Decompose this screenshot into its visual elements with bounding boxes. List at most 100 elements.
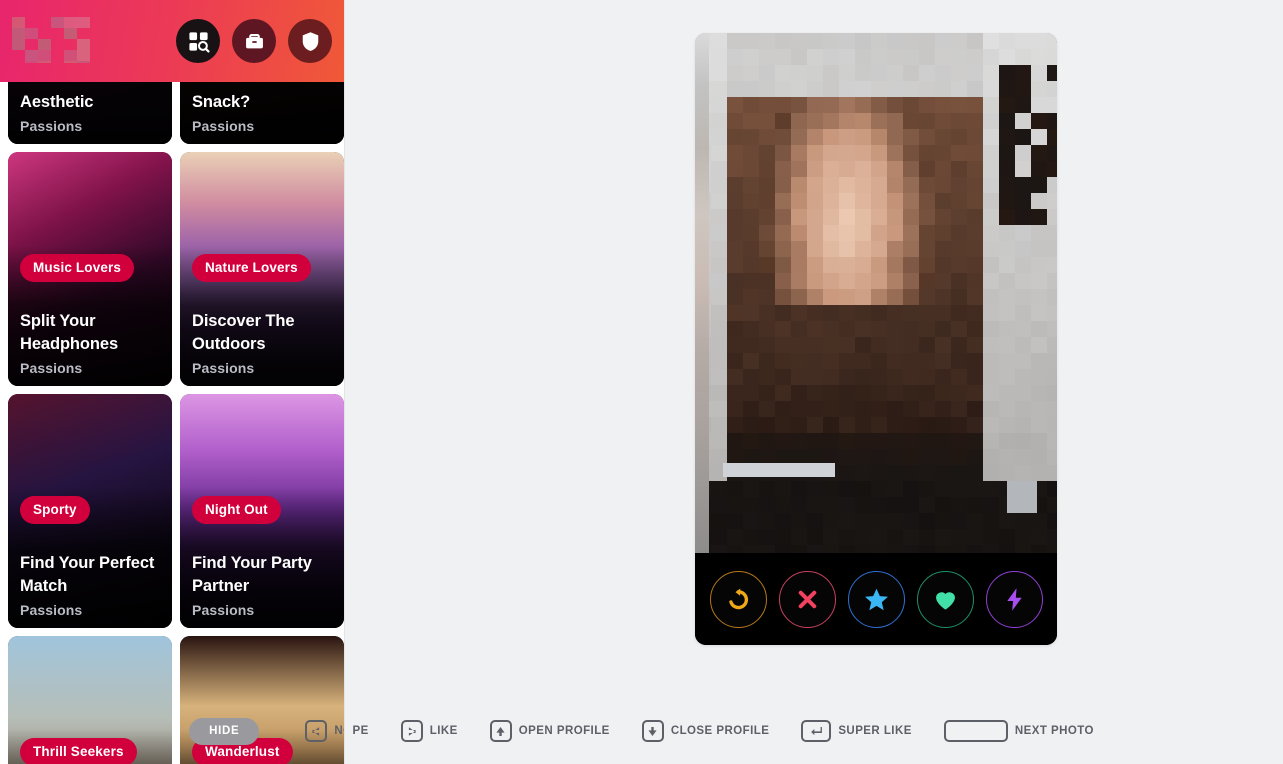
explore-grid-search-icon-button[interactable] xyxy=(176,19,220,63)
photo-highlight-band xyxy=(723,463,835,477)
photo-pixel-block xyxy=(711,369,727,385)
photo-pixel-block xyxy=(1031,337,1047,353)
passion-card[interactable]: Sporty Find Your Perfect Match Passions xyxy=(8,394,172,628)
photo-pixel-block xyxy=(759,161,775,177)
photo-pixel-block xyxy=(743,321,759,337)
passion-card-badge: Music Lovers xyxy=(20,254,135,282)
photo-highlight-blip xyxy=(1007,481,1037,513)
photo-pixel-block xyxy=(807,529,823,545)
photo-pixel-block xyxy=(743,49,759,65)
photo-pixel-block xyxy=(983,241,999,257)
photo-pixel-block xyxy=(711,529,727,545)
photo-pixel-block xyxy=(871,65,887,81)
passion-card[interactable]: Nature Lovers Discover The Outdoors Passio… xyxy=(180,152,344,386)
photo-pixel-block xyxy=(983,497,999,513)
shortcut-label: CLOSE PROFILE xyxy=(670,725,770,737)
photo-pixel-block xyxy=(903,193,919,209)
photo-pixel-block xyxy=(759,257,775,273)
explore-grid-search-icon xyxy=(188,31,210,53)
photo-pixel-block xyxy=(743,33,759,49)
photo-pixel-block xyxy=(839,273,855,289)
photo-pixel-block xyxy=(743,257,759,273)
photo-pixel-block xyxy=(999,545,1015,553)
photo-pixel-block xyxy=(935,449,951,465)
photo-pixel-block xyxy=(839,49,855,65)
photo-pixel-block xyxy=(887,337,903,353)
photo-pixel-block xyxy=(903,369,919,385)
profile-photo[interactable] xyxy=(695,33,1057,553)
rewind-arrow-icon xyxy=(728,587,748,609)
keycap-space-icon xyxy=(943,720,1008,742)
passion-card[interactable]: Night Out Find Your Party Partner Passions xyxy=(180,394,344,628)
photo-pixel-block xyxy=(903,273,919,289)
photo-pixel-block xyxy=(903,241,919,257)
photo-pixel-block xyxy=(887,353,903,369)
photo-pixel-block xyxy=(855,513,871,529)
photo-pixel-block xyxy=(887,497,903,513)
photo-pixel-block xyxy=(807,177,823,193)
photo-pixel-block xyxy=(935,337,951,353)
photo-pixel-block xyxy=(935,65,951,81)
photo-pixel-block xyxy=(903,417,919,433)
photo-pixel-block xyxy=(791,529,807,545)
super-like-button[interactable] xyxy=(847,570,905,628)
shield-icon-button[interactable] xyxy=(288,19,332,63)
photo-pixel-block xyxy=(1047,145,1057,161)
passion-card-badge: Nature Lovers xyxy=(192,254,311,282)
photo-pixel-block xyxy=(1047,369,1057,385)
photo-pixel-block xyxy=(807,481,823,497)
photo-pixel-block xyxy=(775,225,791,241)
photo-pixel-block xyxy=(711,337,727,353)
photo-pixel-block xyxy=(951,241,967,257)
photo-pixel-block xyxy=(807,513,823,529)
photo-pixel-block xyxy=(951,193,967,209)
photo-pixel-block xyxy=(1031,241,1047,257)
photo-pixel-block xyxy=(999,33,1015,49)
photo-pixel-block xyxy=(839,545,855,553)
photo-pixel-block xyxy=(919,529,935,545)
photo-pixel-block xyxy=(1047,161,1057,177)
photo-pixel-block xyxy=(919,481,935,497)
photo-pixel-block xyxy=(967,529,983,545)
photo-pixel-block xyxy=(967,257,983,273)
rewind-button[interactable] xyxy=(709,570,767,628)
photo-pixel-block xyxy=(743,353,759,369)
photo-pixel-block xyxy=(743,225,759,241)
photo-pixel-block xyxy=(759,497,775,513)
sidebar-scrollbar-thumb[interactable] xyxy=(346,180,352,330)
photo-pixel-block xyxy=(1047,33,1057,49)
photo-pixel-block xyxy=(711,177,727,193)
passion-cards-scroll-area[interactable]: Aesthetic Passions Snack? Passions Music Lov… xyxy=(0,0,344,764)
photo-pixel-block xyxy=(999,401,1015,417)
like-button[interactable] xyxy=(916,570,974,628)
photo-pixel-block xyxy=(807,145,823,161)
passion-cards-grid: Aesthetic Passions Snack? Passions Music Lov… xyxy=(8,0,344,764)
nope-button[interactable] xyxy=(778,570,836,628)
photo-pixel-block xyxy=(1031,225,1047,241)
hide-shortcuts-button[interactable]: HIDE xyxy=(189,717,260,745)
photo-pixel-block xyxy=(951,369,967,385)
briefcase-icon-button[interactable] xyxy=(232,19,276,63)
photo-pixel-block xyxy=(791,193,807,209)
header-icon-group xyxy=(176,19,332,63)
photo-pixel-block xyxy=(823,209,839,225)
photo-pixel-block xyxy=(1015,529,1031,545)
photo-pixel-block xyxy=(743,161,759,177)
photo-pixel-block xyxy=(1047,225,1057,241)
photo-pixel-block xyxy=(871,289,887,305)
photo-pixel-block xyxy=(1015,353,1031,369)
photo-pixel-block xyxy=(727,209,743,225)
photo-pixel-block xyxy=(711,353,727,369)
photo-pixel-block xyxy=(1015,273,1031,289)
photo-pixel-block xyxy=(967,81,983,97)
passion-card[interactable]: Music Lovers Split Your Headphones Passion… xyxy=(8,152,172,386)
sidebar-scrollbar[interactable] xyxy=(344,0,352,764)
photo-pixel-block xyxy=(887,241,903,257)
boost-button[interactable] xyxy=(985,570,1043,628)
photo-pixel-block xyxy=(791,65,807,81)
profile-card[interactable] xyxy=(695,33,1057,645)
photo-pixel-block xyxy=(887,129,903,145)
photo-pixel-block xyxy=(887,81,903,97)
photo-pixel-block xyxy=(743,529,759,545)
passion-card-badge: Sporty xyxy=(20,496,90,524)
